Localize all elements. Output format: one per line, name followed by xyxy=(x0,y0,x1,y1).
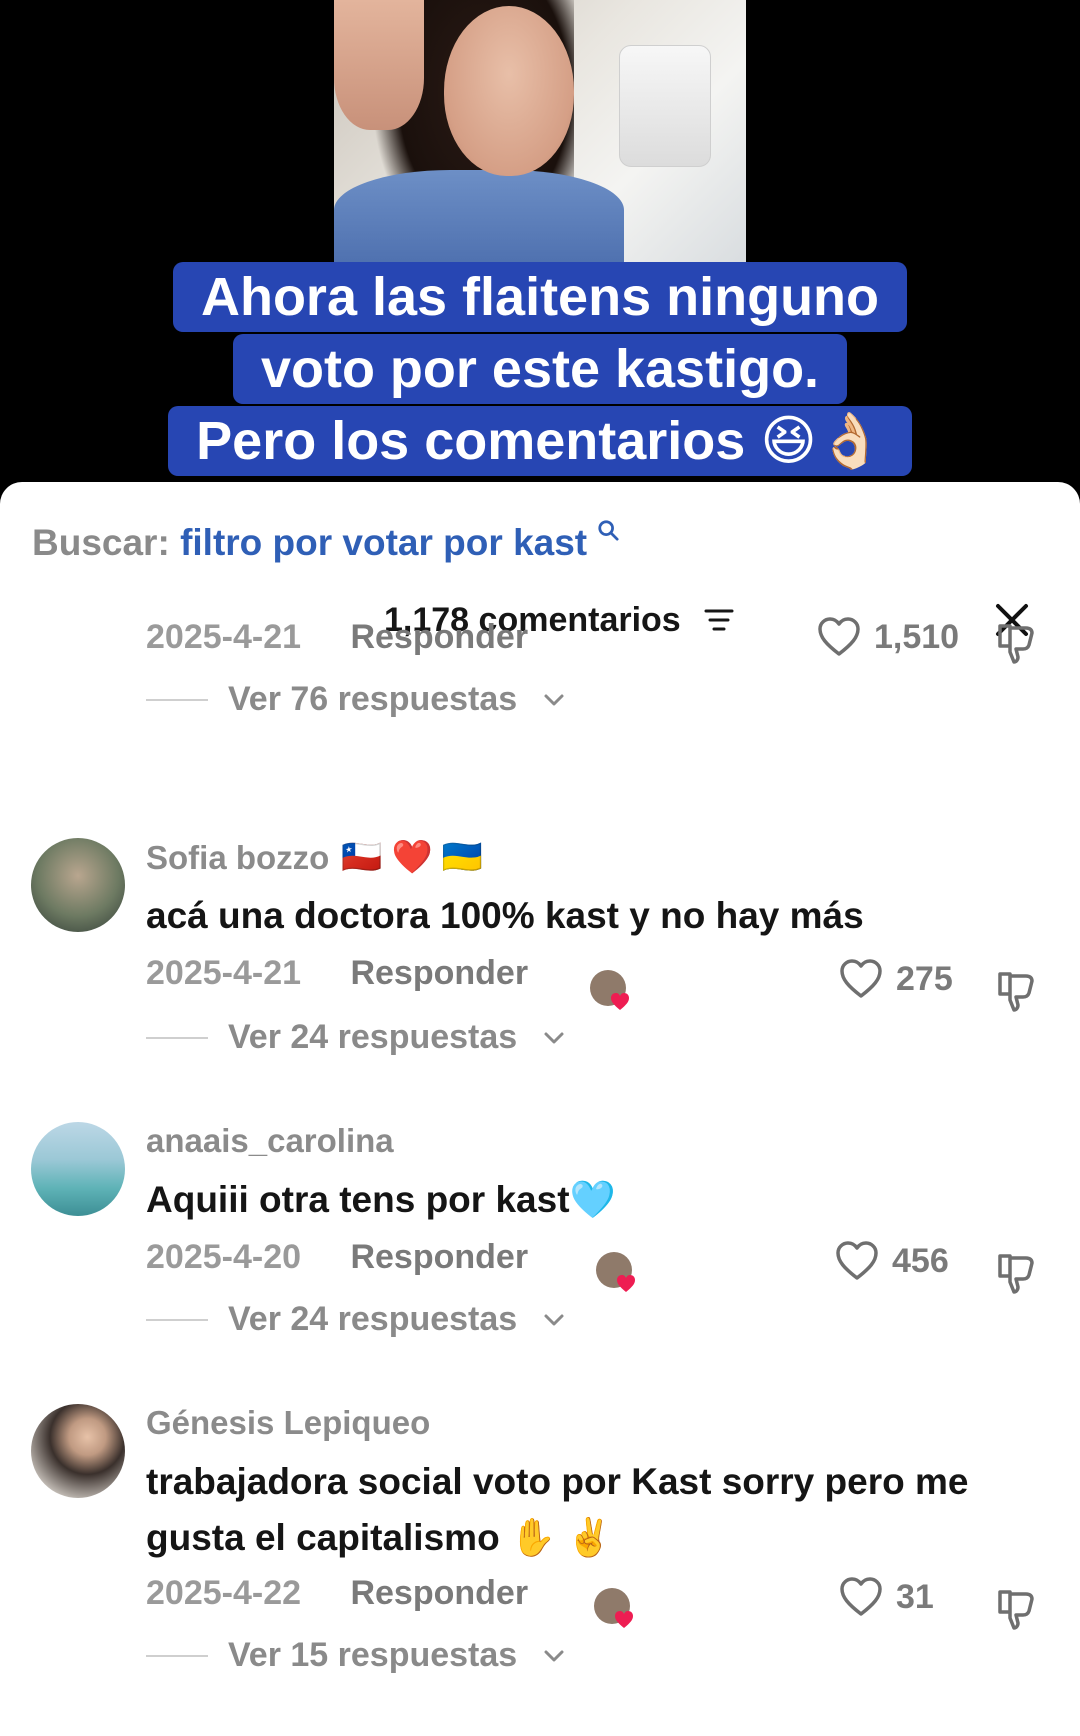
comment-date-row: 2025-4-21 Responder xyxy=(146,618,528,657)
view-replies-label: Ver 76 respuestas xyxy=(228,680,518,718)
creator-liked-icon xyxy=(590,970,629,1010)
caption-line-3: Pero los comentarios 😆👌🏻 xyxy=(168,406,912,476)
view-replies[interactable]: Ver 15 respuestas xyxy=(146,1636,565,1675)
view-replies[interactable]: Ver 24 respuestas xyxy=(146,1018,565,1057)
search-icon[interactable] xyxy=(597,519,619,541)
comment-username[interactable]: Sofia bozzo 🇨🇱 ❤️ 🇺🇦 xyxy=(146,838,483,877)
view-replies[interactable]: Ver 76 respuestas xyxy=(146,680,565,719)
sort-filter-icon[interactable] xyxy=(704,606,734,634)
comment-date: 2025-4-22 xyxy=(146,1574,302,1612)
like-button[interactable]: 31 xyxy=(838,1576,934,1618)
reply-button[interactable]: Responder xyxy=(350,1238,528,1276)
comment-text: Aquiii otra tens por kast🩵 xyxy=(146,1179,616,1220)
jacket xyxy=(334,170,624,262)
heart-icon xyxy=(836,1241,878,1280)
avatar[interactable] xyxy=(31,838,125,932)
view-replies-label: Ver 24 respuestas xyxy=(228,1300,518,1338)
chevron-down-icon xyxy=(544,1650,564,1661)
comments-sheet: Buscar: filtro por votar por kast 1,178 … xyxy=(0,482,1080,1736)
comment-username[interactable]: Génesis Lepiqueo xyxy=(146,1404,430,1442)
comment-text: acá una doctora 100% kast y no hay más xyxy=(146,895,864,936)
video-thumbnail[interactable] xyxy=(334,0,746,262)
caption-line-1: Ahora las flaitens ninguno xyxy=(172,262,908,332)
like-button[interactable]: 456 xyxy=(834,1240,949,1282)
avatar[interactable] xyxy=(31,1122,125,1216)
search-query-link[interactable]: filtro por votar por kast xyxy=(180,522,587,563)
like-count: 275 xyxy=(896,959,953,998)
divider-line xyxy=(146,1036,208,1039)
like-button[interactable]: 275 xyxy=(838,958,953,1000)
face xyxy=(444,6,574,176)
avatar[interactable] xyxy=(31,1404,125,1498)
chevron-down-icon xyxy=(544,1032,564,1043)
divider-line xyxy=(146,698,208,701)
reply-button[interactable]: Responder xyxy=(350,954,528,992)
like-count: 31 xyxy=(896,1577,934,1616)
creator-liked-icon xyxy=(594,1588,633,1628)
like-count: 1,510 xyxy=(874,617,960,656)
view-replies-label: Ver 24 respuestas xyxy=(228,1018,518,1056)
view-replies[interactable]: Ver 24 respuestas xyxy=(146,1300,565,1339)
caption-line-2: voto por este kastigo. xyxy=(232,334,848,404)
dislike-icon[interactable] xyxy=(994,620,1038,664)
heart-icon xyxy=(840,1577,882,1616)
comment-date: 2025-4-21 xyxy=(146,954,302,992)
paper-dispenser xyxy=(619,45,711,167)
chevron-down-icon xyxy=(544,1314,564,1325)
comment-date-row: 2025-4-20 Responder xyxy=(146,1238,528,1277)
search-label: Buscar: xyxy=(32,522,170,563)
heart-icon xyxy=(840,959,882,998)
creator-liked-icon xyxy=(596,1252,635,1292)
dislike-icon[interactable] xyxy=(994,1586,1038,1630)
divider-line xyxy=(146,1318,208,1321)
comment-text: trabajadora social voto por Kast sorry p… xyxy=(146,1461,969,1558)
related-search[interactable]: Buscar: filtro por votar por kast xyxy=(32,519,619,564)
comment-date: 2025-4-20 xyxy=(146,1238,302,1276)
raised-hand xyxy=(334,0,424,130)
video-caption: Ahora las flaitens ninguno voto por este… xyxy=(0,262,1080,478)
comment-username[interactable]: anaais_carolina xyxy=(146,1122,394,1160)
username-emoji: 🇨🇱 ❤️ 🇺🇦 xyxy=(341,838,483,875)
dislike-icon[interactable] xyxy=(994,1250,1038,1294)
divider-line xyxy=(146,1654,208,1657)
comment-date: 2025-4-21 xyxy=(146,618,302,656)
dislike-icon[interactable] xyxy=(994,968,1038,1012)
like-count: 456 xyxy=(892,1241,949,1280)
username-text: Génesis Lepiqueo xyxy=(146,1404,431,1441)
comment-date-row: 2025-4-21 Responder xyxy=(146,954,528,993)
reply-button[interactable]: Responder xyxy=(350,1574,528,1612)
view-replies-label: Ver 15 respuestas xyxy=(228,1636,518,1674)
reply-button[interactable]: Responder xyxy=(350,618,528,656)
username-text: Sofia bozzo xyxy=(146,838,330,876)
like-button[interactable]: 1,510 xyxy=(816,616,959,658)
username-text: anaais_carolina xyxy=(146,1122,394,1159)
chevron-down-icon xyxy=(544,694,564,705)
comment-date-row: 2025-4-22 Responder xyxy=(146,1574,528,1613)
heart-icon xyxy=(818,617,860,656)
